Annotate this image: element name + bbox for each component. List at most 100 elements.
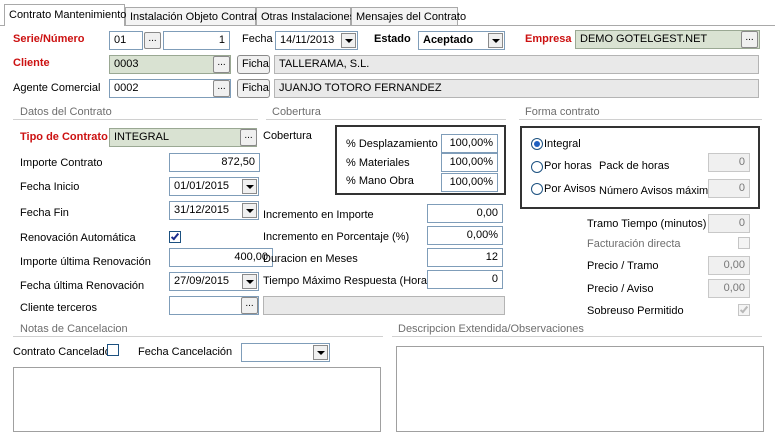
empresa-field[interactable]: DEMO GOTELGEST.NET (575, 30, 760, 49)
por-avisos-radio[interactable] (531, 183, 543, 195)
fecha-cancel-select[interactable] (241, 343, 330, 362)
mano-obra-label: % Mano Obra (346, 175, 414, 187)
chevron-down-icon[interactable] (242, 203, 257, 218)
tipo-contrato-lookup-button[interactable]: ... (240, 129, 257, 146)
cliente-terceros-label: Cliente terceros (20, 302, 98, 314)
fecha-inicio-label: Fecha Inicio (20, 181, 80, 193)
fecha-renov-label: Fecha última Renovación (20, 280, 145, 292)
cliente-terceros-lookup-button[interactable]: ... (241, 297, 258, 314)
duracion-input[interactable]: 12 (427, 248, 503, 267)
estado-label: Estado (374, 33, 411, 45)
facturacion-checkbox[interactable] (738, 237, 750, 249)
inc-pct-input[interactable]: 0,00% (427, 226, 503, 245)
cancelado-label: Contrato Cancelado (13, 346, 111, 358)
tab-mensajes[interactable]: Mensajes del Contrato (351, 7, 466, 26)
duracion-label: Duracion en Meses (263, 253, 358, 265)
tiempo-input[interactable]: 0 (427, 270, 503, 289)
inc-pct-label: Incremento en Porcentaje (%) (263, 231, 410, 243)
fecha-inicio-select[interactable]: 01/01/2015 (169, 177, 259, 196)
serie-lookup-button[interactable]: ... (144, 32, 161, 49)
radio-dot-icon (534, 141, 540, 147)
integral-radio[interactable] (531, 138, 543, 150)
forma-divider (519, 119, 762, 120)
chevron-down-icon[interactable] (242, 179, 257, 194)
importe-renov-input[interactable]: 400,00 (169, 248, 273, 267)
agente-lookup-button[interactable]: ... (213, 80, 230, 97)
desplazamiento-input[interactable]: 100,00% (441, 134, 498, 153)
por-horas-label: Por horas (544, 160, 592, 172)
pack-input[interactable]: 0 (708, 153, 750, 172)
importe-contrato-label: Importe Contrato (20, 157, 103, 169)
importe-renov-label: Importe última Renovación (20, 256, 151, 268)
chevron-down-icon[interactable] (242, 274, 257, 289)
tipo-contrato-label: Tipo de Contrato (20, 131, 108, 143)
descripcion-textarea[interactable] (396, 346, 764, 432)
agente-ficha-button[interactable]: Ficha (237, 79, 270, 98)
inc-importe-label: Incremento en Importe (263, 209, 374, 221)
descripcion-section-title: Descripcion Extendida/Observaciones (398, 323, 584, 335)
empresa-label: Empresa (525, 33, 572, 45)
importe-contrato-input[interactable]: 872,50 (169, 153, 260, 172)
tab-otras-instalaciones[interactable]: Otras Instalaciones (256, 7, 355, 26)
tab-bar: Contrato Mantenimiento Instalación Objet… (0, 0, 775, 26)
renovacion-checkbox[interactable] (169, 231, 181, 243)
empresa-lookup-button[interactable]: ... (741, 31, 758, 48)
serie-numero-label: Serie/Número (13, 33, 85, 45)
tipo-contrato-field[interactable]: INTEGRAL (109, 128, 257, 147)
cliente-lookup-button[interactable]: ... (213, 56, 230, 73)
tramo-label: Tramo Tiempo (minutos) (587, 218, 707, 230)
por-horas-radio[interactable] (531, 161, 543, 173)
renovacion-label: Renovación Automática (20, 232, 136, 244)
integral-label: Integral (544, 138, 581, 150)
chevron-down-icon[interactable] (341, 33, 356, 48)
inc-importe-input[interactable]: 0,00 (427, 204, 503, 223)
numero-input[interactable]: 1 (163, 31, 230, 50)
fecha-inicio-value: 01/01/2015 (174, 180, 230, 192)
cancelado-checkbox[interactable] (107, 344, 119, 356)
checkmark-icon (170, 231, 180, 241)
datos-divider (13, 119, 258, 120)
tramo-input[interactable]: 0 (708, 214, 750, 233)
sobreuso-checkbox[interactable] (738, 304, 750, 316)
cobertura-divider (266, 119, 506, 120)
datos-section-title: Datos del Contrato (20, 106, 112, 118)
chevron-down-icon[interactable] (488, 33, 503, 48)
facturacion-label: Facturación directa (587, 238, 681, 250)
tiempo-label: Tiempo Máximo Respuesta (Horas) (263, 275, 437, 287)
fecha-label: Fecha (242, 33, 273, 45)
precio-aviso-label: Precio / Aviso (587, 283, 654, 295)
precio-tramo-label: Precio / Tramo (587, 260, 659, 272)
pack-label: Pack de horas (599, 160, 670, 172)
fecha-renov-value: 27/09/2015 (174, 275, 230, 287)
estado-select[interactable]: Aceptado (418, 31, 505, 50)
agente-name-field: JUANJO TOTORO FERNANDEZ (274, 79, 759, 98)
precio-aviso-input[interactable]: 0,00 (708, 279, 750, 298)
precio-tramo-input[interactable]: 0,00 (708, 256, 750, 275)
sobreuso-label: Sobreuso Permitido (587, 305, 684, 317)
num-avisos-label: Número Avisos máximo (599, 185, 715, 197)
fecha-select[interactable]: 14/11/2013 (275, 31, 358, 50)
cobertura-section-title: Cobertura (272, 106, 321, 118)
fecha-fin-value: 31/12/2015 (174, 204, 230, 216)
estado-value: Aceptado (423, 34, 474, 46)
agente-label: Agente Comercial (13, 82, 101, 94)
fecha-fin-select[interactable]: 31/12/2015 (169, 201, 259, 220)
chevron-down-icon[interactable] (313, 345, 328, 360)
forma-section-title: Forma contrato (525, 106, 600, 118)
materiales-input[interactable]: 100,00% (441, 153, 498, 172)
checkmark-icon (739, 304, 749, 314)
notas-textarea[interactable] (13, 367, 381, 432)
fecha-renov-select[interactable]: 27/09/2015 (169, 272, 259, 291)
cliente-name-field: TALLERAMA, S.L. (274, 55, 759, 74)
serie-input[interactable]: 01 (109, 31, 143, 50)
materiales-label: % Materiales (346, 157, 410, 169)
cobertura-label: Cobertura (263, 130, 312, 142)
fecha-cancel-label: Fecha Cancelación (138, 346, 233, 358)
tab-instalacion-objeto[interactable]: Instalación Objeto Contrato (125, 7, 263, 26)
cliente-label: Cliente (13, 57, 50, 69)
tab-contrato-mantenimiento[interactable]: Contrato Mantenimiento (4, 4, 126, 26)
cliente-ficha-button[interactable]: Ficha (237, 55, 270, 74)
mano-obra-input[interactable]: 100,00% (441, 173, 498, 192)
notas-section-title: Notas de Cancelacion (20, 323, 128, 335)
num-avisos-input[interactable]: 0 (708, 179, 750, 198)
